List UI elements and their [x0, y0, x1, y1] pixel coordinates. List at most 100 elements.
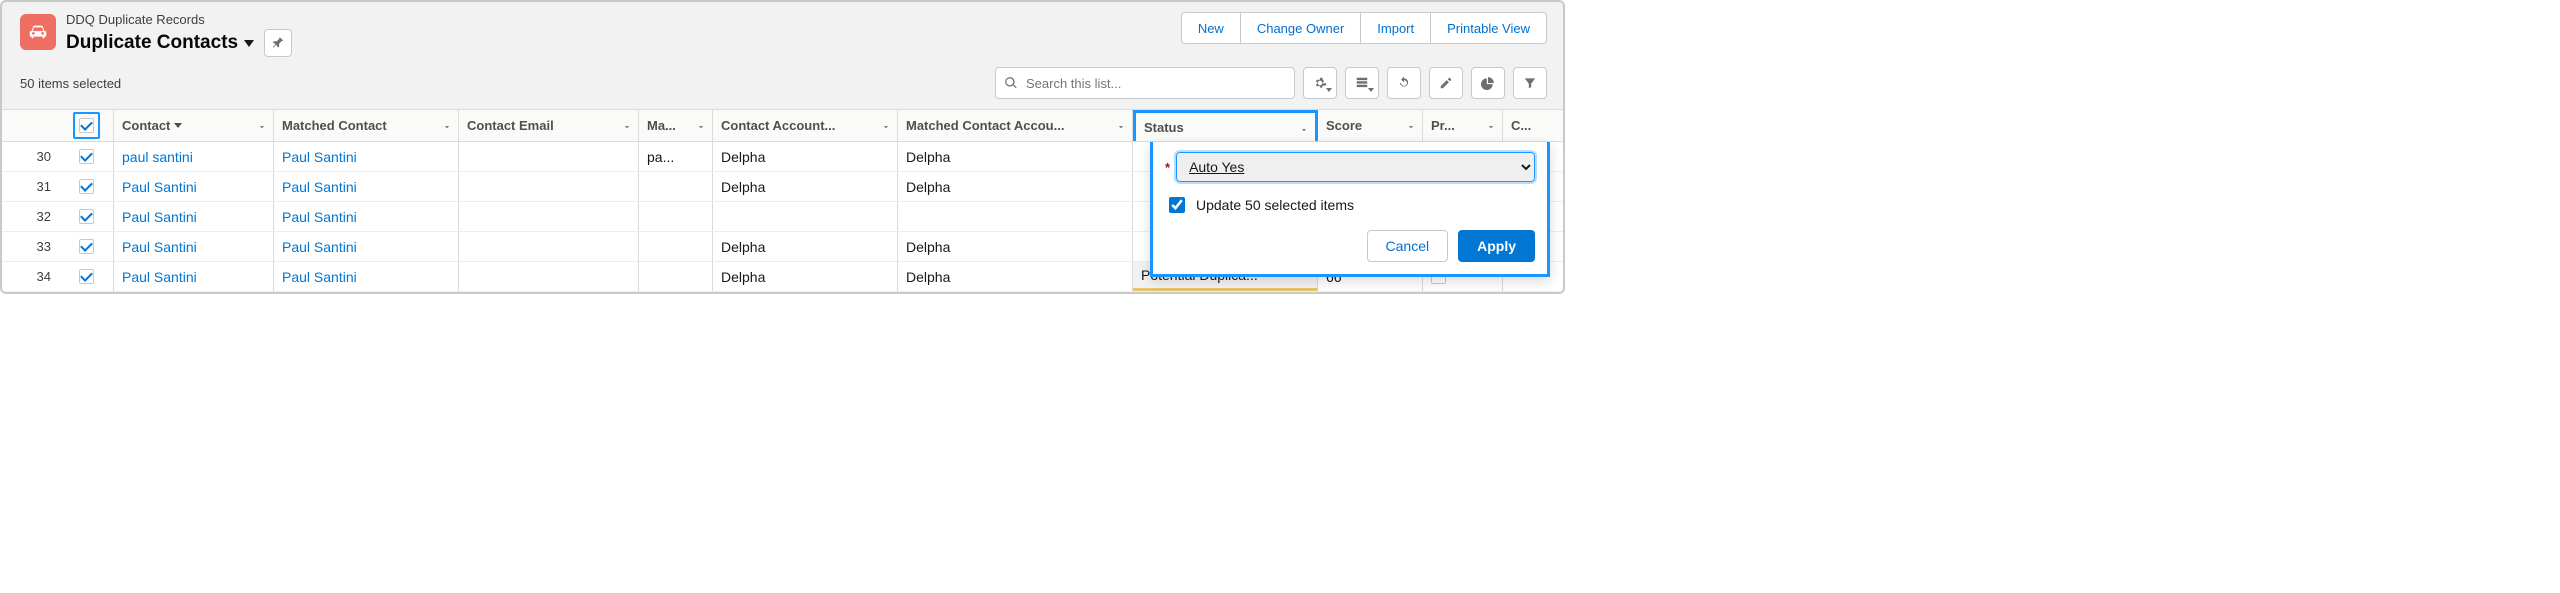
row-number: 33 — [37, 239, 51, 254]
update-selected-checkbox[interactable] — [1169, 197, 1185, 213]
col-menu-icon[interactable] — [1299, 123, 1309, 138]
matched-contact-link[interactable]: Paul Santini — [282, 209, 357, 225]
inline-edit-button[interactable] — [1429, 67, 1463, 99]
pin-icon — [271, 36, 285, 50]
change-owner-button[interactable]: Change Owner — [1241, 12, 1361, 44]
email-cell — [459, 262, 639, 291]
ma-cell: pa... — [639, 142, 713, 171]
status-select[interactable]: Auto Yes — [1176, 152, 1535, 182]
col-menu-icon[interactable] — [696, 120, 706, 135]
col-menu-icon[interactable] — [1406, 120, 1416, 135]
col-matched-account[interactable]: Matched Contact Accou... — [898, 110, 1133, 141]
col-contact-email[interactable]: Contact Email — [459, 110, 639, 141]
col-ma[interactable]: Ma... — [639, 110, 713, 141]
row-checkbox[interactable] — [79, 209, 94, 224]
row-checkbox[interactable] — [79, 179, 94, 194]
email-cell — [459, 142, 639, 171]
display-as-button[interactable] — [1345, 67, 1379, 99]
col-pr[interactable]: Pr... — [1423, 110, 1503, 141]
row-checkbox[interactable] — [79, 239, 94, 254]
row-checkbox[interactable] — [79, 269, 94, 284]
col-menu-icon[interactable] — [257, 120, 267, 135]
contact-link[interactable]: paul santini — [122, 149, 193, 165]
search-input[interactable] — [1024, 75, 1294, 92]
col-menu-icon[interactable] — [881, 120, 891, 135]
chart-button[interactable] — [1471, 67, 1505, 99]
col-contact[interactable]: Contact — [114, 110, 274, 141]
matched-account-cell: Delpha — [898, 172, 1133, 201]
select-all-checkbox[interactable] — [79, 118, 94, 133]
update-selected-label: Update 50 selected items — [1196, 197, 1354, 213]
ma-cell — [639, 202, 713, 231]
col-matched-label: Matched Contact — [282, 118, 387, 133]
col-menu-icon[interactable] — [1116, 120, 1126, 135]
import-button[interactable]: Import — [1361, 12, 1431, 44]
contact-link[interactable]: Paul Santini — [122, 269, 197, 285]
caret-down-icon[interactable] — [244, 40, 254, 47]
matched-contact-link[interactable]: Paul Santini — [282, 149, 357, 165]
refresh-button[interactable] — [1387, 67, 1421, 99]
col-menu-icon[interactable] — [442, 120, 452, 135]
contact-link[interactable]: Paul Santini — [122, 209, 197, 225]
contact-link[interactable]: Paul Santini — [122, 179, 197, 195]
col-c-label: C... — [1511, 118, 1531, 133]
list-view-name[interactable]: Duplicate Contacts — [66, 32, 238, 54]
search-wrap[interactable] — [995, 67, 1295, 99]
apply-button[interactable]: Apply — [1458, 230, 1535, 262]
row-number: 31 — [37, 179, 51, 194]
car-icon — [27, 21, 49, 43]
account-cell: Delpha — [713, 142, 898, 171]
col-select-all[interactable] — [59, 110, 114, 141]
col-rownum — [2, 110, 59, 141]
email-cell — [459, 172, 639, 201]
matched-contact-link[interactable]: Paul Santini — [282, 179, 357, 195]
filter-button[interactable] — [1513, 67, 1547, 99]
account-cell: Delpha — [713, 262, 898, 291]
col-matched-contact[interactable]: Matched Contact — [274, 110, 459, 141]
app-icon — [20, 14, 56, 50]
matched-contact-link[interactable]: Paul Santini — [282, 269, 357, 285]
ma-cell — [639, 172, 713, 201]
account-cell: Delpha — [713, 232, 898, 261]
col-menu-icon[interactable] — [622, 120, 632, 135]
col-pr-label: Pr... — [1431, 118, 1455, 133]
email-cell — [459, 202, 639, 231]
email-cell — [459, 232, 639, 261]
gear-icon — [1313, 76, 1327, 90]
col-menu-icon[interactable] — [1486, 120, 1496, 135]
col-status-label: Status — [1144, 120, 1184, 135]
col-contact-label: Contact — [122, 118, 170, 133]
col-account-label: Contact Account... — [721, 118, 835, 133]
required-star-icon: * — [1165, 160, 1170, 175]
col-status[interactable]: Status — [1133, 110, 1318, 141]
col-c[interactable]: C... — [1503, 110, 1543, 141]
matched-contact-link[interactable]: Paul Santini — [282, 239, 357, 255]
pin-button[interactable] — [264, 29, 292, 57]
matched-account-cell: Delpha — [898, 232, 1133, 261]
sort-desc-icon — [174, 123, 182, 128]
table-header: Contact Matched Contact Contact Email Ma… — [2, 109, 1563, 142]
col-contact-account[interactable]: Contact Account... — [713, 110, 898, 141]
row-number: 34 — [37, 269, 51, 284]
matched-account-cell: Delpha — [898, 142, 1133, 171]
col-score-label: Score — [1326, 118, 1362, 133]
row-checkbox[interactable] — [79, 149, 94, 164]
row-number: 30 — [37, 149, 51, 164]
list-view-controls-button[interactable] — [1303, 67, 1337, 99]
matched-account-cell: Delpha — [898, 262, 1133, 291]
filter-icon — [1523, 76, 1537, 90]
printable-view-button[interactable]: Printable View — [1431, 12, 1547, 44]
cancel-button[interactable]: Cancel — [1367, 230, 1449, 262]
table-icon — [1355, 76, 1369, 90]
matched-account-cell — [898, 202, 1133, 231]
new-button[interactable]: New — [1181, 12, 1241, 44]
account-cell: Delpha — [713, 172, 898, 201]
col-maccount-label: Matched Contact Accou... — [906, 118, 1064, 133]
refresh-icon — [1397, 76, 1411, 90]
row-number: 32 — [37, 209, 51, 224]
pie-chart-icon — [1481, 76, 1495, 90]
ma-cell — [639, 232, 713, 261]
pencil-icon — [1439, 76, 1453, 90]
col-score[interactable]: Score — [1318, 110, 1423, 141]
contact-link[interactable]: Paul Santini — [122, 239, 197, 255]
